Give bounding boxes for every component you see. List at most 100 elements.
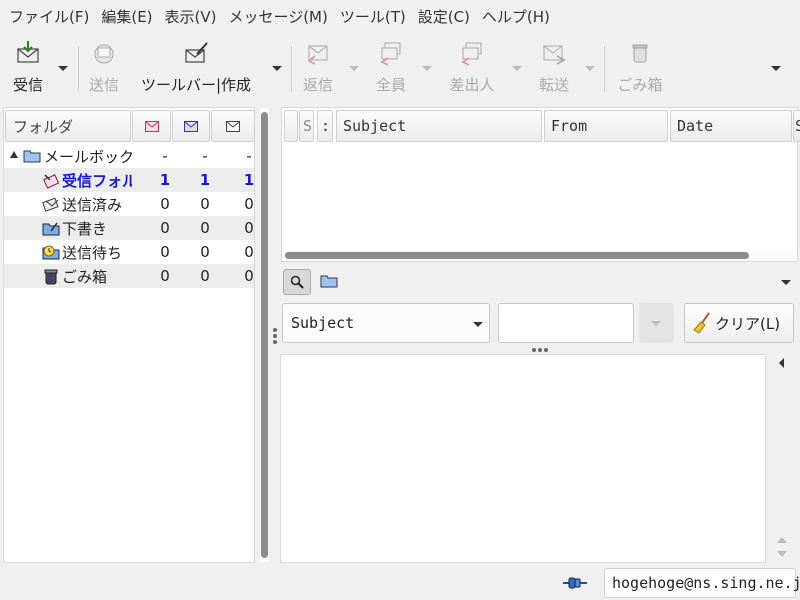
compose-button[interactable]: ツールバー|作成 — [136, 38, 256, 96]
reply-all-label: 全員 — [375, 76, 406, 94]
receive-button[interactable]: 受信 — [8, 38, 48, 96]
forward-label: 転送 — [538, 76, 569, 94]
clear-label: クリア(L) — [715, 314, 781, 333]
mailbox-folder-icon — [23, 150, 41, 163]
menu-settings[interactable]: 設定(C) — [412, 6, 476, 27]
menu-message[interactable]: メッセージ(M) — [223, 6, 334, 27]
folder-unread-count: 1 — [199, 171, 211, 189]
menu-file[interactable]: ファイル(F) — [3, 6, 95, 27]
pane-splitter-grip[interactable] — [273, 340, 277, 344]
folder-new-count: 0 — [160, 219, 170, 237]
broom-icon — [693, 312, 710, 334]
forward-dropdown-arrow[interactable] — [585, 66, 595, 71]
mark-column-header[interactable] — [284, 110, 298, 142]
menu-tools[interactable]: ツール(T) — [334, 6, 412, 27]
trash-label: ごみ箱 — [617, 76, 663, 94]
compose-icon — [185, 42, 208, 63]
folder-unread-count: 0 — [200, 243, 210, 261]
reply-button[interactable]: 返信 — [300, 38, 336, 96]
collapse-sidebar-arrow[interactable] — [779, 358, 784, 368]
pane-splitter-grip[interactable] — [544, 348, 548, 352]
folder-pane-scrollbar-thumb[interactable] — [261, 112, 268, 558]
folder-total-count: 0 — [244, 219, 254, 237]
message-list-hscrollbar-thumb[interactable] — [285, 252, 749, 259]
menu-edit[interactable]: 編集(E) — [95, 6, 158, 27]
compose-label: ツールバー|作成 — [140, 76, 252, 94]
pane-splitter-grip[interactable] — [538, 348, 542, 352]
toolbar-separator — [291, 46, 292, 92]
receive-dropdown-arrow[interactable] — [58, 66, 68, 71]
menu-help[interactable]: ヘルプ(H) — [476, 6, 556, 27]
reply-all-button[interactable]: 全員 — [373, 38, 409, 96]
folder-unread-count: 0 — [200, 219, 210, 237]
scroll-up-arrow[interactable] — [777, 537, 787, 543]
folder-row-queue[interactable]: 送信待ち 0 0 0 — [4, 240, 254, 264]
pane-splitter-grip[interactable] — [273, 328, 277, 332]
folder-name: 下書き — [62, 219, 108, 238]
account-address: hogehoge@ns.sing.ne.jp — [612, 574, 800, 592]
folder-row-drafts[interactable]: 下書き 0 0 0 — [4, 216, 254, 240]
expand-triangle-icon[interactable] — [10, 151, 18, 158]
queue-folder-icon — [42, 245, 60, 260]
toolbar-separator — [604, 46, 605, 92]
mailbox-new-count: - — [162, 147, 168, 165]
send-button[interactable]: 送信 — [86, 38, 122, 96]
pane-splitter-grip[interactable] — [273, 334, 277, 338]
from-column-header[interactable]: From — [544, 110, 668, 142]
new-count-column-header[interactable] — [132, 110, 171, 142]
folder-total-count: 0 — [244, 195, 254, 213]
search-history-dropdown[interactable] — [639, 303, 674, 343]
unread-count-column-header[interactable] — [172, 110, 210, 142]
folder-row-inbox[interactable]: 受信フォルダ 1 1 1 — [4, 168, 254, 192]
folder-total-count: 1 — [243, 171, 255, 189]
search-icon — [290, 275, 304, 289]
online-status-icon[interactable] — [562, 573, 588, 593]
pane-splitter-grip[interactable] — [532, 348, 536, 352]
reply-sender-label: 差出人 — [449, 76, 495, 94]
search-input[interactable] — [498, 303, 634, 343]
send-mail-icon — [94, 44, 114, 64]
attachment-column-header[interactable]: : — [317, 110, 333, 142]
toolbar: 受信 送信 ツールバー|作成 返信 全員 差出人 転送 ごみ箱 — [0, 32, 800, 102]
folder-row-trash[interactable]: ごみ箱 0 0 0 — [4, 264, 254, 288]
mailbox-unread-count: - — [202, 147, 208, 165]
forward-button[interactable]: 転送 — [536, 38, 572, 96]
subject-column-header[interactable]: Subject — [336, 110, 542, 142]
reply-dropdown-arrow[interactable] — [349, 66, 359, 71]
search-options-arrow[interactable] — [781, 280, 791, 285]
folder-name: ごみ箱 — [62, 267, 108, 286]
toolbar-overflow-arrow[interactable] — [771, 66, 781, 71]
search-folder-icon[interactable] — [320, 272, 338, 290]
drafts-folder-icon — [42, 222, 60, 236]
message-view[interactable] — [280, 354, 766, 563]
search-toggle-button[interactable] — [283, 269, 311, 295]
scroll-down-arrow[interactable] — [777, 551, 787, 557]
menu-view[interactable]: 表示(V) — [159, 6, 223, 27]
mailbox-root-row[interactable]: メールボックス - - - — [4, 144, 254, 168]
forward-icon — [543, 45, 566, 65]
inbox-icon — [43, 174, 60, 189]
folder-tree: フォルダ メールボックス - - - 受信フォルダ — [3, 107, 255, 563]
folder-new-count: 0 — [160, 195, 170, 213]
total-count-column-header[interactable] — [211, 110, 255, 142]
folder-column-header[interactable]: フォルダ — [5, 110, 131, 142]
date-column-header[interactable]: Date — [670, 110, 792, 142]
status-account: hogehoge@ns.sing.ne.jp — [604, 568, 800, 598]
trash-button[interactable]: ごみ箱 — [614, 38, 666, 96]
folder-row-sent[interactable]: 送信済み 0 0 0 — [4, 192, 254, 216]
trash-icon — [632, 44, 648, 63]
folder-new-count: 0 — [160, 267, 170, 285]
reply-sender-dropdown-arrow[interactable] — [512, 66, 522, 71]
status-column-header[interactable]: S — [299, 110, 314, 142]
clear-button[interactable]: クリア(L) — [684, 303, 794, 343]
chevron-down-icon — [651, 321, 661, 326]
compose-dropdown-arrow[interactable] — [272, 66, 282, 71]
search-field-select[interactable]: Subject — [282, 303, 490, 343]
from-column-label: From — [551, 117, 588, 135]
reply-all-dropdown-arrow[interactable] — [422, 66, 432, 71]
size-column-header[interactable]: S — [793, 110, 800, 142]
reply-sender-button[interactable]: 差出人 — [446, 38, 498, 96]
menubar: ファイル(F) 編集(E) 表示(V) メッセージ(M) ツール(T) 設定(C… — [0, 0, 800, 32]
reply-sender-icon — [461, 42, 482, 66]
mailbox-name: メールボックス — [44, 147, 134, 166]
